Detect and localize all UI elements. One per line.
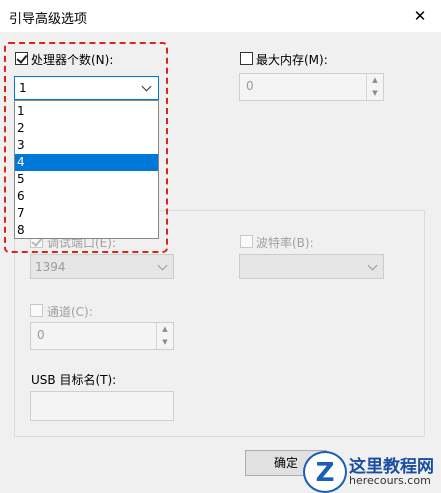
processor-count-value: 1 [19, 81, 27, 95]
list-item[interactable]: 8 [15, 222, 158, 239]
watermark-logo: Z [303, 451, 347, 493]
processor-count-list[interactable]: 1 2 3 4 5 6 7 8 [14, 100, 159, 239]
max-memory-checkbox[interactable] [240, 52, 253, 65]
spin-down-icon[interactable]: ▼ [366, 87, 383, 100]
debug-port-value: 1394 [35, 260, 66, 274]
baud-rate-label: 波特率(B): [256, 236, 314, 250]
list-item[interactable]: 7 [15, 205, 158, 222]
list-item[interactable]: 3 [15, 137, 158, 154]
list-item-selected[interactable]: 4 [15, 154, 158, 171]
window-title: 引导高级选项 [9, 12, 88, 27]
usb-target-field[interactable] [30, 391, 174, 421]
channel-field[interactable]: 0 ▲ ▼ [30, 322, 174, 350]
list-item[interactable]: 1 [15, 103, 158, 120]
max-memory-value: 0 [246, 79, 254, 93]
channel-checkbox[interactable] [30, 304, 43, 317]
processor-count-label: 处理器个数(N): [31, 53, 114, 67]
list-item[interactable]: 6 [15, 188, 158, 205]
close-button[interactable]: ✕ [405, 4, 435, 28]
spin-up-icon[interactable]: ▲ [156, 323, 173, 336]
spin-down-icon[interactable]: ▼ [156, 336, 173, 349]
chevron-down-icon [158, 262, 168, 272]
max-memory-label: 最大内存(M): [256, 53, 328, 67]
chevron-down-icon [368, 262, 378, 272]
usb-target-label: USB 目标名(T): [31, 373, 117, 387]
baud-rate-checkbox[interactable] [240, 235, 253, 248]
chevron-down-icon [142, 83, 152, 93]
watermark-url: herecours.com [349, 474, 431, 487]
max-memory-field[interactable]: 0 ▲ ▼ [239, 73, 384, 101]
list-item[interactable]: 2 [15, 120, 158, 137]
channel-value: 0 [37, 328, 45, 342]
processor-count-checkbox[interactable] [15, 52, 28, 65]
processor-count-select[interactable]: 1 [14, 76, 159, 100]
debug-port-select[interactable]: 1394 [30, 254, 174, 279]
channel-label: 通道(C): [47, 305, 93, 319]
baud-rate-select[interactable] [239, 254, 384, 279]
spin-up-icon[interactable]: ▲ [366, 74, 383, 87]
list-item[interactable]: 5 [15, 171, 158, 188]
